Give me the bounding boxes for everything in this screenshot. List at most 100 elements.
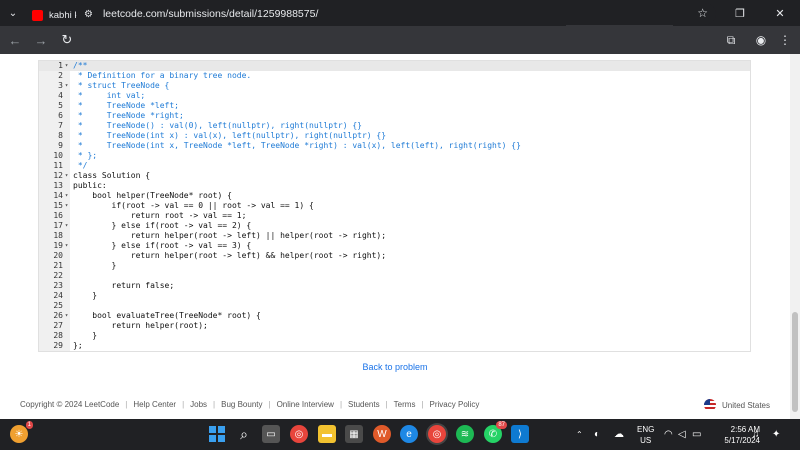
code-line[interactable]: 1 ▾/** [39,61,750,71]
code-text: } [73,291,98,300]
code-line[interactable]: 6 * TreeNode *right; [39,111,750,121]
us-flag-icon [703,399,716,411]
footer: Copyright © 2024 LeetCode | Help Center |… [20,399,780,411]
copilot-icon[interactable]: ✦ [772,419,780,450]
code-line[interactable]: 7 * TreeNode() : val(0), left(nullptr), … [39,121,750,131]
code-line[interactable]: 23 return false; [39,281,750,291]
chrome-icon[interactable]: ◎ [290,425,308,443]
code-line[interactable]: 5 * TreeNode *left; [39,101,750,111]
cloud-icon[interactable]: ☁ [614,419,624,450]
tab-search-button[interactable]: ⌄ [0,0,26,26]
language-region: US [640,436,652,445]
store-icon[interactable]: ▦ [345,425,363,443]
code-line[interactable]: 22 [39,271,750,281]
code-line[interactable]: 21 } [39,261,750,271]
footer-link[interactable]: Bug Bounty [221,400,262,409]
code-line[interactable]: 27 return helper(root); [39,321,750,331]
code-line[interactable]: 15 ▾ if(root -> val == 0 || root -> val =… [39,201,750,211]
fold-toggle-icon[interactable]: ▾ [63,61,70,71]
url-text[interactable]: leetcode.com/submissions/detail/12599885… [103,8,318,20]
code-line[interactable]: 20 return helper(root -> left) && helper… [39,251,750,261]
profile-button[interactable]: ◉ [748,26,774,54]
code-line[interactable]: 13 public: [39,181,750,191]
code-text: * TreeNode() : val(0), left(nullptr), ri… [73,121,362,130]
code-line[interactable]: 9 * TreeNode(int x, TreeNode *left, Tree… [39,141,750,151]
code-editor[interactable]: 1 ▾/** 2 * Definition for a binary tree no… [38,60,751,352]
footer-link[interactable]: Help Center [133,400,176,409]
forward-button[interactable]: → [28,27,54,53]
code-line[interactable]: 10 * }; [39,151,750,161]
code-line[interactable]: 28 } [39,331,750,341]
footer-separator: | [421,400,424,409]
fold-toggle-icon[interactable]: ▾ [63,81,70,91]
chrome-active-icon[interactable]: ◎ [428,425,446,443]
region-label: United States [721,400,770,410]
fold-toggle-icon[interactable]: ▾ [63,191,70,201]
back-to-problem-text[interactable]: Back to problem [362,362,427,372]
bell-icon[interactable]: ♫ [752,419,760,450]
volume-icon[interactable]: ◁ [678,419,686,450]
reload-button[interactable]: ↻ [54,27,80,53]
address-bar[interactable]: ⚙ leetcode.com/submissions/detail/125998… [76,3,716,25]
file-explorer-icon[interactable]: ▬ [318,425,336,443]
tray-app-icon[interactable]: ◐ [594,419,600,450]
avatar-icon: ◉ [755,33,767,47]
line-number: 17 [53,221,63,230]
code-line[interactable]: 26 ▾ bool evaluateTree(TreeNode* root) { [39,311,750,321]
fold-toggle-icon[interactable]: ▾ [63,201,70,211]
code-line[interactable]: 14 ▾ bool helper(TreeNode* root) { [39,191,750,201]
office-icon[interactable]: W [373,425,391,443]
chevron-down-icon: ⌄ [8,7,18,19]
footer-link[interactable]: Jobs [190,400,207,409]
footer-link[interactable]: Online Interview [277,400,334,409]
code-line[interactable]: 25 [39,301,750,311]
whatsapp-icon[interactable]: ✆ 87 [484,421,507,443]
site-info-icon[interactable]: ⚙ [84,9,93,20]
edge-icon[interactable]: e [400,425,418,443]
code-line[interactable]: 4 * int val; [39,91,750,101]
code-text: } else if(root -> val == 2) { [73,221,252,230]
extensions-button[interactable]: ⧉ [718,26,744,54]
browser-menu-button[interactable]: ⋮ [772,26,798,54]
line-number: 14 [53,191,63,200]
footer-link[interactable]: Students [348,400,380,409]
close-window-button[interactable]: ✕ [760,0,800,26]
task-view-icon[interactable]: ▭ [262,425,280,443]
code-line[interactable]: 24 } [39,291,750,301]
arrow-right-icon: → [34,32,48,48]
code-line[interactable]: 11 */ [39,161,750,171]
code-line[interactable]: 17 ▾ } else if(root -> val == 2) { [39,221,750,231]
restore-button[interactable]: ❐ [720,0,760,26]
scrollbar-thumb[interactable] [792,312,798,412]
code-line[interactable]: 12 ▾ class Solution { [39,171,750,181]
code-line[interactable]: 18 return helper(root -> left) || helper… [39,231,750,241]
code-line[interactable]: 29}; [39,341,750,351]
line-number: 21 [53,261,63,270]
language-indicator[interactable]: ENG US [637,424,654,446]
weather-widget-icon[interactable]: ☀ 1 [10,421,33,443]
code-line[interactable]: 3 ▾ * struct TreeNode { [39,81,750,91]
bookmark-star-icon[interactable]: ☆ [697,6,708,20]
line-number: 22 [53,271,63,280]
code-text: * Definition for a binary tree node. [73,71,252,80]
fold-toggle-icon[interactable]: ▾ [63,171,70,181]
footer-link[interactable]: Privacy Policy [430,400,480,409]
code-line[interactable]: 8 * TreeNode(int x) : val(x), left(nullp… [39,131,750,141]
code-line[interactable]: 2 * Definition for a binary tree node. [39,71,750,81]
fold-toggle-icon[interactable]: ▾ [63,311,70,321]
search-icon[interactable]: ⌕ [235,425,253,443]
code-text: * int val; [73,91,146,100]
back-button[interactable]: ← [2,27,28,53]
vscode-icon[interactable]: ⟩ [511,425,529,443]
battery-icon[interactable]: ▭ [692,419,701,450]
code-line[interactable]: 16 return root -> val == 1; [39,211,750,221]
spotify-icon[interactable]: ≋ [456,425,474,443]
wifi-icon[interactable]: ◠ [664,419,673,450]
windows-start-icon[interactable] [208,425,226,443]
region-selector[interactable]: United States [703,399,770,411]
tray-overflow-button[interactable]: ⌃ [576,419,583,450]
fold-toggle-icon[interactable]: ▾ [63,241,70,251]
footer-link[interactable]: Terms [394,400,416,409]
code-line[interactable]: 19 ▾ } else if(root -> val == 3) { [39,241,750,251]
fold-toggle-icon[interactable]: ▾ [63,221,70,231]
